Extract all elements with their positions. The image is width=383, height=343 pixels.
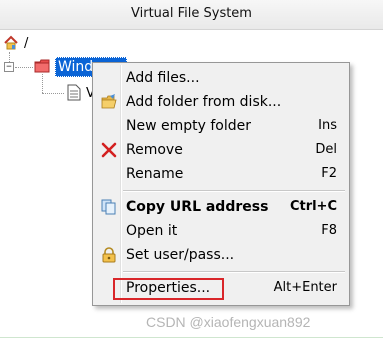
menu-item-copy-url[interactable]: Copy URL address Ctrl+C: [95, 196, 347, 218]
tree-root-label: /: [24, 35, 29, 51]
lock-icon: [102, 247, 116, 263]
menu-item-rename[interactable]: Rename F2: [95, 163, 347, 185]
panel-title: Virtual File System: [131, 6, 252, 21]
menu-item-label: Add folder from disk...: [126, 94, 282, 110]
menu-item-shortcut: F2: [321, 166, 337, 181]
open-folder-icon: [101, 94, 117, 109]
panel-header: Virtual File System: [0, 0, 383, 30]
menu-item-shortcut: Ctrl+C: [289, 199, 337, 214]
file-icon: [67, 84, 81, 101]
tree-connector: [9, 52, 10, 62]
red-x-icon: [101, 142, 117, 158]
menu-item-shortcut: Del: [315, 142, 337, 157]
tree-root-node[interactable]: /: [3, 34, 28, 52]
menu-item-label: Rename: [126, 166, 184, 182]
copy-icon: [101, 199, 116, 215]
menu-item-label: Set user/pass...: [126, 247, 235, 263]
menu-item-set-user-pass[interactable]: Set user/pass...: [95, 244, 347, 266]
folder-icon: [34, 59, 50, 73]
menu-item-add-folder[interactable]: Add folder from disk...: [95, 91, 347, 113]
tree-connector: [15, 67, 33, 68]
menu-item-label: Copy URL address: [126, 199, 269, 215]
menu-separator: [123, 190, 345, 192]
tree-connector: [42, 93, 64, 94]
menu-item-shortcut: Alt+Enter: [273, 280, 337, 295]
watermark-text: CSDN @xiaofengxuan892: [146, 314, 311, 330]
menu-item-shortcut: F8: [321, 223, 337, 238]
tree-expander-minus[interactable]: −: [4, 62, 14, 72]
menu-separator: [123, 271, 345, 273]
bottom-divider: [0, 337, 383, 338]
menu-item-add-files[interactable]: Add files...: [95, 67, 347, 89]
menu-item-shortcut: Ins: [318, 118, 337, 133]
context-menu: Add files... Add folder from disk... New…: [92, 62, 350, 306]
menu-item-new-folder[interactable]: New empty folder Ins: [95, 115, 347, 137]
menu-item-properties[interactable]: Properties... Alt+Enter: [95, 277, 347, 299]
menu-item-open-it[interactable]: Open it F8: [95, 220, 347, 242]
menu-item-label: Properties...: [126, 280, 211, 296]
menu-item-label: Add files...: [126, 70, 200, 86]
menu-item-label: New empty folder: [126, 118, 251, 134]
tree-connector: [42, 74, 43, 93]
menu-item-remove[interactable]: Remove Del: [95, 139, 347, 161]
home-icon: [4, 35, 18, 50]
menu-item-label: Remove: [126, 142, 183, 158]
menu-item-label: Open it: [126, 223, 178, 239]
